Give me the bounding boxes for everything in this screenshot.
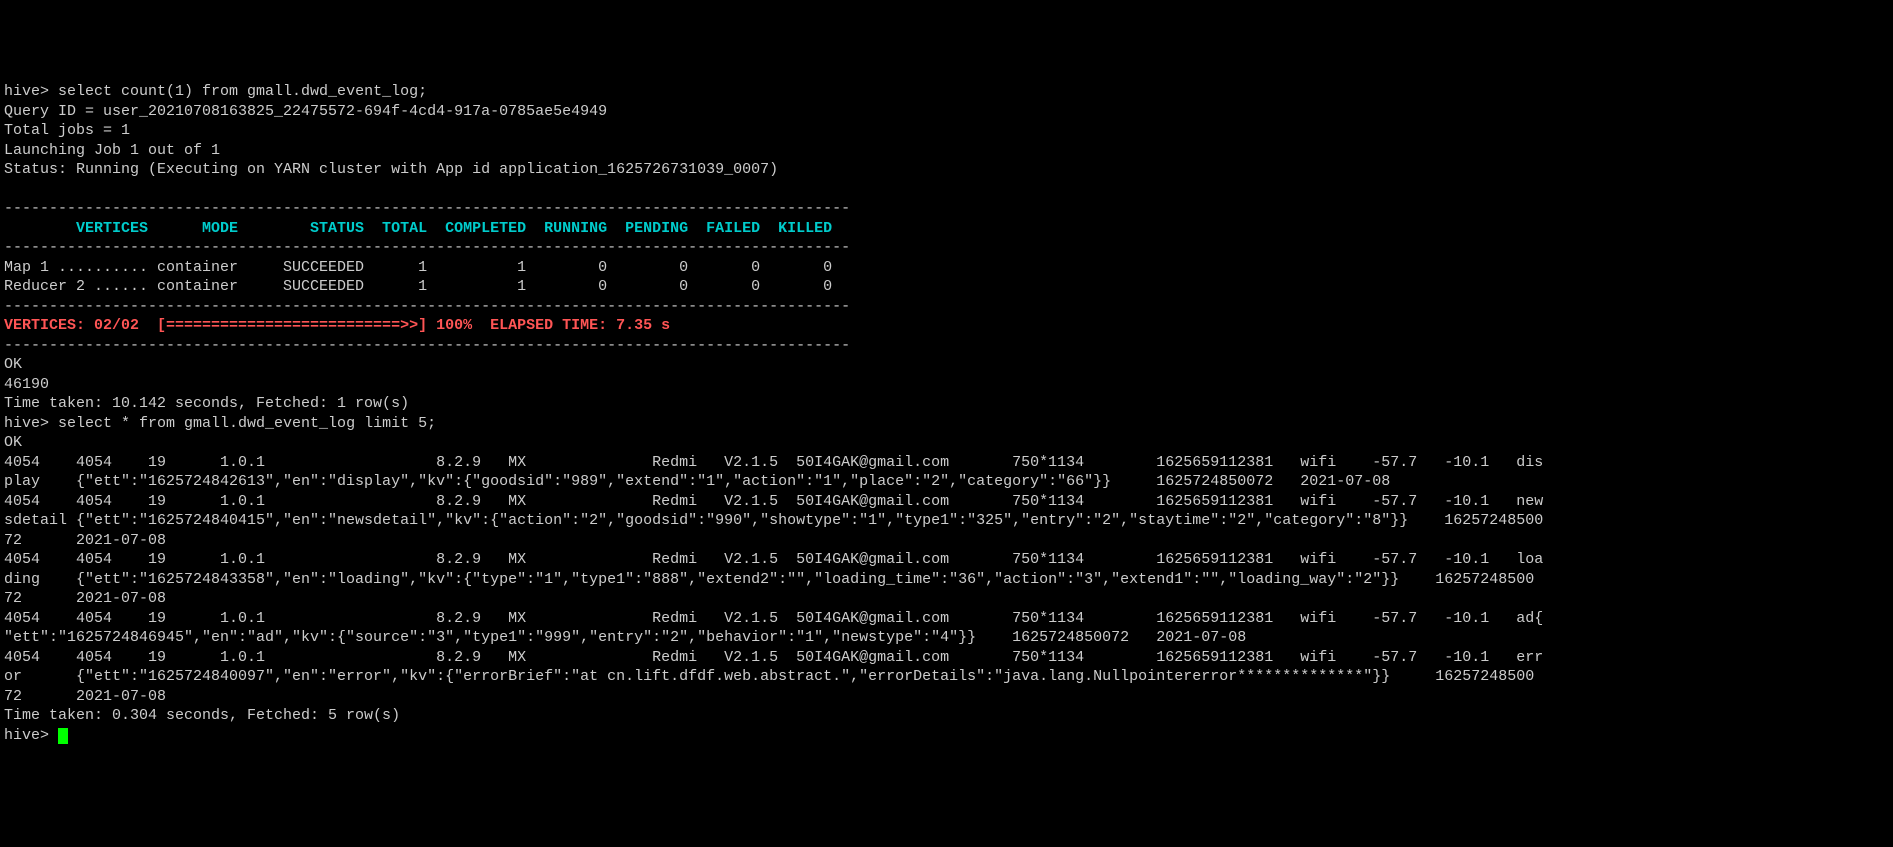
result-row: ding {"ett":"1625724843358","en":"loadin… <box>4 571 1534 588</box>
total-jobs-line: Total jobs = 1 <box>4 122 130 139</box>
sql-query: select count(1) from gmall.dwd_event_log… <box>58 83 427 100</box>
result-row: 4054 4054 19 1.0.1 8.2.9 MX Redmi V2.1.5… <box>4 551 1543 568</box>
result-row: 72 2021-07-08 <box>4 590 166 607</box>
reducer-row: Reducer 2 ...... container SUCCEEDED 1 1… <box>4 278 832 295</box>
status-line: Status: Running (Executing on YARN clust… <box>4 161 778 178</box>
result-row: or {"ett":"1625724840097","en":"error","… <box>4 668 1534 685</box>
hive-prompt: hive> <box>4 415 58 432</box>
result-row: 72 2021-07-08 <box>4 532 166 549</box>
time-taken-line: Time taken: 10.142 seconds, Fetched: 1 r… <box>4 395 409 412</box>
result-row: play {"ett":"1625724842613","en":"displa… <box>4 473 1390 490</box>
time-taken-line: Time taken: 0.304 seconds, Fetched: 5 ro… <box>4 707 400 724</box>
vertices-progress-line: VERTICES: 02/02 [=======================… <box>4 317 670 334</box>
separator-line: ----------------------------------------… <box>4 337 850 354</box>
query-id-line: Query ID = user_20210708163825_22475572-… <box>4 103 607 120</box>
ok-status: OK <box>4 356 22 373</box>
result-row: sdetail {"ett":"1625724840415","en":"new… <box>4 512 1543 529</box>
result-row: 4054 4054 19 1.0.1 8.2.9 MX Redmi V2.1.5… <box>4 493 1543 510</box>
ok-status: OK <box>4 434 22 451</box>
separator-line: ----------------------------------------… <box>4 200 850 217</box>
map-row: Map 1 .......... container SUCCEEDED 1 1… <box>4 259 832 276</box>
separator-line: ----------------------------------------… <box>4 298 850 315</box>
result-row: "ett":"1625724846945","en":"ad","kv":{"s… <box>4 629 1246 646</box>
terminal-window[interactable]: hive> select count(1) from gmall.dwd_eve… <box>4 82 1889 745</box>
vertices-table-header: VERTICES MODE STATUS TOTAL COMPLETED RUN… <box>4 220 832 237</box>
hive-prompt: hive> <box>4 727 58 744</box>
hive-prompt: hive> <box>4 83 58 100</box>
separator-line: ----------------------------------------… <box>4 239 850 256</box>
launching-line: Launching Job 1 out of 1 <box>4 142 220 159</box>
count-result: 46190 <box>4 376 49 393</box>
result-row: 4054 4054 19 1.0.1 8.2.9 MX Redmi V2.1.5… <box>4 454 1543 471</box>
cursor-icon[interactable] <box>58 728 68 744</box>
result-row: 4054 4054 19 1.0.1 8.2.9 MX Redmi V2.1.5… <box>4 610 1543 627</box>
result-row: 72 2021-07-08 <box>4 688 166 705</box>
result-row: 4054 4054 19 1.0.1 8.2.9 MX Redmi V2.1.5… <box>4 649 1543 666</box>
sql-query: select * from gmall.dwd_event_log limit … <box>58 415 436 432</box>
